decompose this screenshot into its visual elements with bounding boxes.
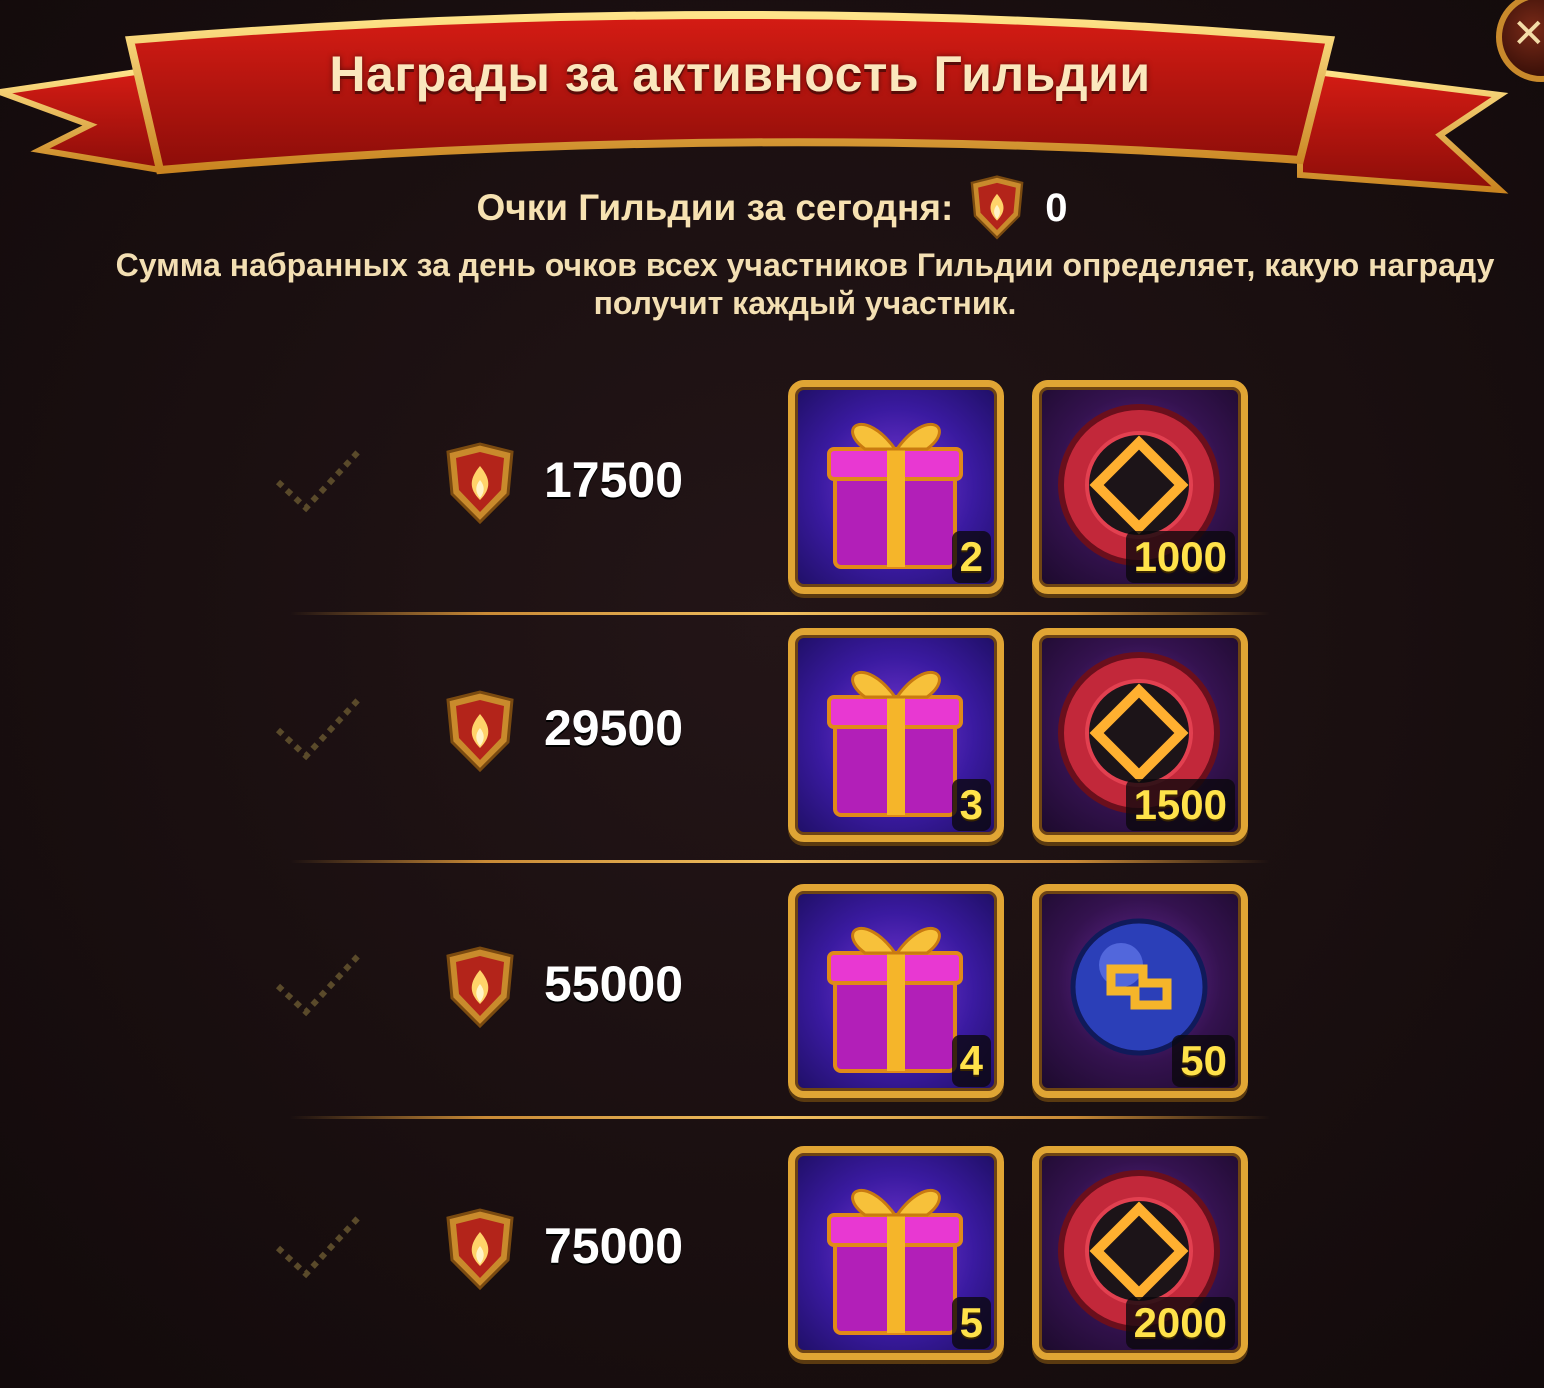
reward-slot-gift[interactable]: 4 — [788, 884, 1004, 1098]
divider — [290, 1116, 1270, 1119]
reward-count: 4 — [951, 1035, 991, 1087]
reward-slot-orb[interactable]: 50 — [1032, 884, 1248, 1098]
reward-count: 50 — [1172, 1035, 1235, 1087]
guild-points-shield-icon — [446, 690, 514, 773]
reward-tier-row: 29500 3 1500 — [0, 628, 1544, 848]
guild-points-today: Очки Гильдии за сегодня: 0 — [0, 175, 1544, 240]
divider — [290, 860, 1270, 863]
tier-threshold: 55000 — [544, 956, 684, 1012]
reward-slot-gift[interactable]: 3 — [788, 628, 1004, 842]
guild-points-label: Очки Гильдии за сегодня: — [476, 187, 954, 228]
guild-points-shield-icon — [446, 1208, 514, 1291]
rewards-description: Сумма набранных за день очков всех участ… — [115, 247, 1495, 321]
tier-threshold: 29500 — [544, 700, 684, 756]
reward-tier-row: 75000 5 2000 — [0, 1146, 1544, 1366]
reward-count: 3 — [951, 779, 991, 831]
tier-threshold: 75000 — [544, 1218, 684, 1274]
reward-count: 2 — [951, 531, 991, 583]
check-icon — [275, 953, 361, 1017]
close-icon: ✕ — [1512, 12, 1544, 56]
guild-points-value: 0 — [1045, 185, 1068, 230]
reward-slot-token[interactable]: 1500 — [1032, 628, 1248, 842]
divider — [290, 612, 1270, 615]
reward-slot-gift[interactable]: 2 — [788, 380, 1004, 594]
reward-slot-gift[interactable]: 5 — [788, 1146, 1004, 1360]
guild-points-shield-icon — [446, 442, 514, 525]
reward-count: 5 — [951, 1297, 991, 1349]
check-icon — [275, 1215, 361, 1279]
guild-activity-rewards-screen: Награды за активность Гильдии ✕ Очки Гил… — [0, 0, 1544, 1388]
reward-tier-row: 55000 4 50 — [0, 884, 1544, 1104]
check-icon — [275, 697, 361, 761]
tier-threshold: 17500 — [544, 452, 684, 508]
reward-slot-token[interactable]: 1000 — [1032, 380, 1248, 594]
page-title: Награды за активность Гильдии — [329, 46, 1151, 102]
reward-count: 1500 — [1125, 779, 1235, 831]
reward-count: 2000 — [1125, 1297, 1235, 1349]
guild-points-shield-icon — [446, 946, 514, 1029]
reward-count: 1000 — [1125, 531, 1235, 583]
reward-slot-token[interactable]: 2000 — [1032, 1146, 1248, 1360]
reward-tier-row: 17500 2 1000 — [0, 380, 1544, 600]
check-icon — [275, 449, 361, 513]
guild-points-shield-icon — [970, 175, 1024, 240]
